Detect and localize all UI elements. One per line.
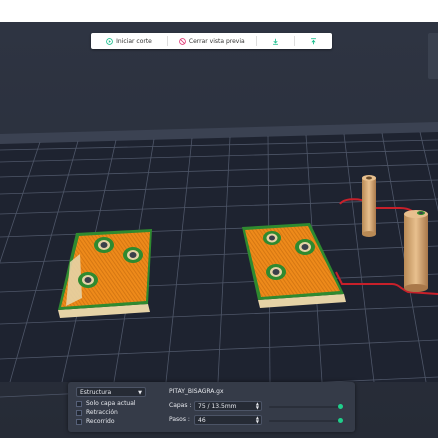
side-panel-handle[interactable] [428, 33, 438, 79]
upload-icon [310, 37, 316, 44]
layers-slider-knob[interactable] [338, 404, 343, 409]
file-name: PITAY_BISAGRA.gx [169, 388, 224, 395]
close-preview-label: Cerrar vista previa [188, 37, 245, 45]
view-mode-select[interactable]: Estructura ▼ [76, 387, 146, 397]
layers-stepper[interactable]: 75 / 13.5mm ▲ ▼ [194, 401, 262, 411]
chevron-down-icon: ▼ [138, 390, 142, 396]
3d-preview-viewport[interactable] [0, 22, 438, 438]
checkbox[interactable] [76, 418, 82, 425]
layers-value: 75 / 13.5mm [198, 402, 237, 410]
download-button[interactable] [257, 33, 294, 49]
steps-slider[interactable] [269, 418, 343, 423]
play-circle-icon [106, 37, 114, 45]
stepper-arrows-icon[interactable]: ▲ ▼ [256, 416, 259, 424]
close-preview-button[interactable]: Cerrar vista previa [168, 33, 256, 49]
stepper-arrows-icon[interactable]: ▲ ▼ [256, 402, 259, 410]
download-icon [272, 38, 278, 45]
layers-slider[interactable] [269, 404, 343, 409]
steps-stepper[interactable]: 46 ▲ ▼ [194, 415, 262, 425]
option-travel[interactable]: Recorrido [76, 418, 115, 425]
layers-label: Capas : [169, 402, 192, 409]
preview-toolbar: Iniciar corte Cerrar vista previa [91, 33, 332, 49]
steps-label: Pasos : [169, 416, 190, 423]
steps-slider-knob[interactable] [338, 418, 343, 423]
print-bed [0, 122, 438, 398]
option-label: Retracción [86, 409, 118, 416]
start-slice-label: Iniciar corte [116, 37, 152, 45]
preview-settings-panel: Estructura ▼ Solo capa actual Retracción… [68, 382, 355, 432]
app-top-bar [0, 0, 438, 22]
dowel-top [362, 175, 376, 237]
checkbox[interactable] [76, 409, 82, 416]
option-retraction[interactable]: Retracción [76, 409, 118, 416]
upload-button[interactable] [295, 33, 332, 49]
dowel-right [404, 210, 428, 292]
option-label: Recorrido [86, 418, 115, 425]
checkbox[interactable] [76, 400, 82, 407]
start-slice-button[interactable]: Iniciar corte [91, 33, 167, 49]
steps-value: 46 [198, 416, 206, 424]
no-entry-icon [179, 37, 186, 45]
option-label: Solo capa actual [86, 400, 136, 407]
view-mode-value: Estructura [80, 388, 112, 396]
option-current-layer-only[interactable]: Solo capa actual [76, 400, 136, 407]
